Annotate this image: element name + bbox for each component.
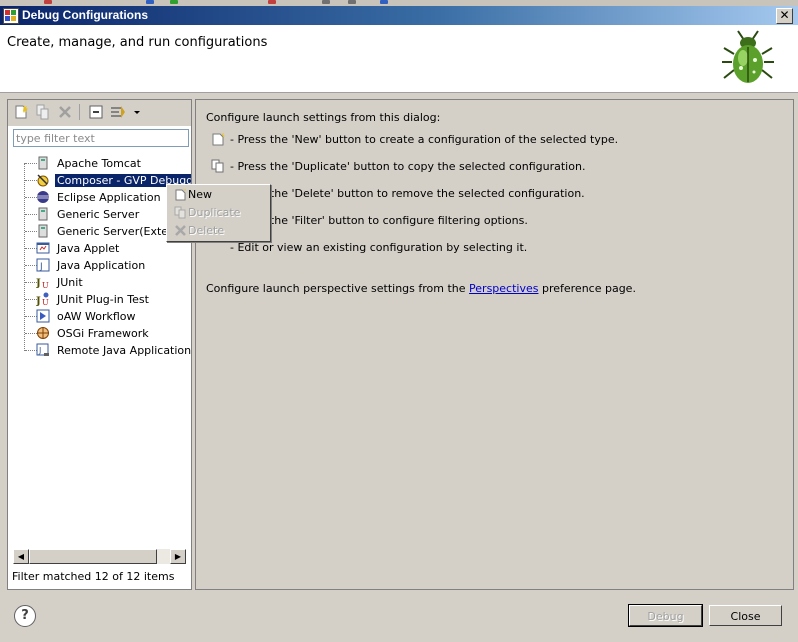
configuration-tree: Apache Tomcat Composer - GVP Debugger Ec… <box>8 155 191 545</box>
toolbar-icon <box>44 0 52 4</box>
scroll-right-arrow-icon[interactable]: ▶ <box>170 549 186 564</box>
delete-icon <box>175 225 186 236</box>
osgi-icon <box>37 327 49 339</box>
toolbar-icon <box>322 0 330 4</box>
toolbar-icon <box>348 0 356 4</box>
tree-item-oaw-workflow[interactable]: oAW Workflow <box>25 308 138 325</box>
filter-icon[interactable] <box>110 104 126 120</box>
menu-item-duplicate[interactable]: Duplicate <box>168 204 268 222</box>
intro-text: Configure launch settings from this dial… <box>206 111 441 124</box>
header-banner: Create, manage, and run configurations <box>0 25 798 93</box>
tree-item-junit-plugin-test[interactable]: JU JUnit Plug-in Test <box>25 291 151 308</box>
title-bar[interactable]: Debug Configurations ✕ <box>0 6 798 25</box>
filter-input[interactable] <box>13 129 189 147</box>
toolbar-icon <box>170 0 178 4</box>
svg-text:J: J <box>39 262 43 272</box>
perspectives-link[interactable]: Perspectives <box>469 282 538 295</box>
composer-icon <box>37 174 49 187</box>
collapse-all-icon[interactable] <box>88 104 104 120</box>
svg-text:U: U <box>42 298 49 306</box>
configuration-details-panel: Configure launch settings from this dial… <box>195 99 794 590</box>
tomcat-icon <box>38 156 48 170</box>
perspective-text: Configure launch perspective settings fr… <box>206 282 636 295</box>
menu-item-delete[interactable]: Delete <box>168 222 268 240</box>
page-title: Create, manage, and run configurations <box>7 35 268 50</box>
tree-item-remote-java-application[interactable]: J Remote Java Application <box>25 342 191 359</box>
help-button[interactable]: ? <box>14 605 36 627</box>
new-config-icon[interactable] <box>13 104 29 120</box>
window-close-button[interactable]: ✕ <box>776 8 793 24</box>
close-button[interactable]: Close <box>709 605 782 626</box>
tree-guide-line <box>24 163 25 351</box>
help-line-delete: - Press the 'Delete' button to remove th… <box>230 187 585 200</box>
tree-item-junit[interactable]: JU JUnit <box>25 274 85 291</box>
tree-toolbar <box>8 100 191 126</box>
debug-window-icon <box>3 8 19 24</box>
duplicate-icon[interactable] <box>35 104 51 120</box>
svg-text:U: U <box>42 281 49 289</box>
remote-java-icon: J <box>36 343 49 356</box>
menu-item-new[interactable]: New <box>168 186 268 204</box>
svg-text:J: J <box>36 278 41 289</box>
bug-icon <box>722 30 774 83</box>
svg-text:J: J <box>36 296 41 306</box>
filter-status-text: Filter matched 12 of 12 items <box>12 570 175 583</box>
toolbar-icon <box>268 0 276 4</box>
eclipse-icon <box>37 191 49 203</box>
tree-item-apache-tomcat[interactable]: Apache Tomcat <box>25 155 143 172</box>
junit-icon: JU <box>36 278 49 289</box>
dropdown-icon[interactable] <box>132 104 142 120</box>
applet-icon <box>36 242 50 254</box>
context-menu: New Duplicate Delete <box>166 184 271 242</box>
delete-icon[interactable] <box>57 104 73 120</box>
duplicate-icon <box>211 159 224 173</box>
new-config-icon <box>175 188 186 201</box>
workflow-icon <box>36 309 50 323</box>
help-line-new: - Press the 'New' button to create a con… <box>230 133 619 146</box>
window-title: Debug Configurations <box>22 8 148 22</box>
help-line-filter: - Press the 'Filter' button to configure… <box>230 214 528 227</box>
toolbar-separator <box>79 104 80 120</box>
tree-horizontal-scrollbar[interactable]: ◀ ▶ <box>13 549 186 564</box>
help-line-duplicate: - Press the 'Duplicate' button to copy t… <box>230 160 586 173</box>
configuration-tree-panel: Apache Tomcat Composer - GVP Debugger Ec… <box>7 99 192 590</box>
svg-text:J: J <box>38 346 41 355</box>
debug-button[interactable]: Debug <box>629 605 702 626</box>
tree-item-eclipse-application[interactable]: Eclipse Application <box>25 189 163 206</box>
new-config-icon <box>212 132 225 146</box>
junit-plugin-icon: JU <box>36 292 49 306</box>
toolbar-icon <box>380 0 388 4</box>
java-app-icon: J <box>36 258 50 272</box>
help-line-edit: - Edit or view an existing configuration… <box>230 241 528 254</box>
server-external-icon <box>38 224 48 238</box>
scroll-left-arrow-icon[interactable]: ◀ <box>13 549 29 564</box>
tree-item-generic-server[interactable]: Generic Server <box>25 206 141 223</box>
toolbar-icon <box>146 0 154 4</box>
tree-item-java-application[interactable]: J Java Application <box>25 257 147 274</box>
tree-item-java-applet[interactable]: Java Applet <box>25 240 121 257</box>
tree-item-osgi-framework[interactable]: OSGi Framework <box>25 325 151 342</box>
server-icon <box>38 207 48 221</box>
scroll-thumb[interactable] <box>29 549 157 564</box>
duplicate-icon <box>174 206 186 219</box>
